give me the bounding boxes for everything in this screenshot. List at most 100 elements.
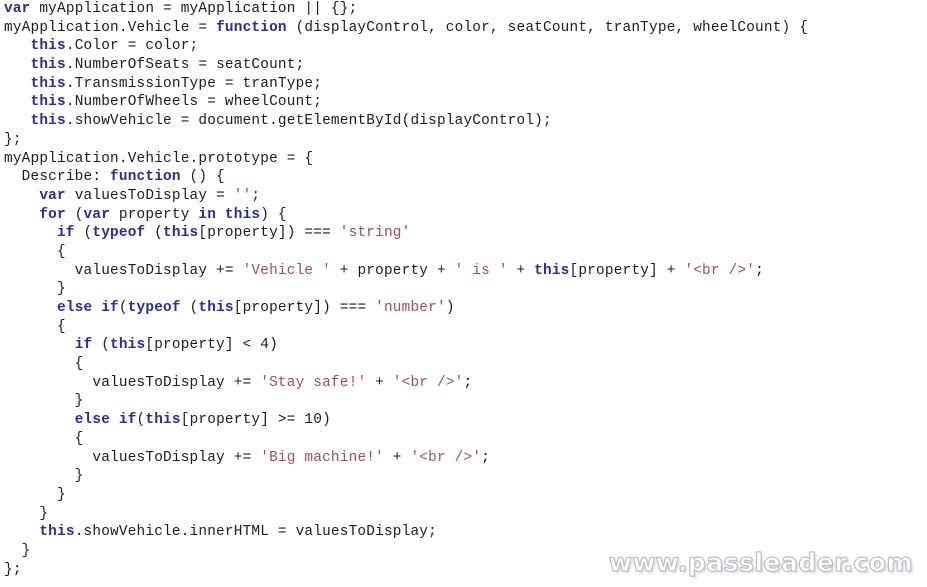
code-token-plain: .showVehicle = document.getElementById(d… xyxy=(65,113,552,130)
code-token-keyword: for xyxy=(39,206,66,223)
code-token-keyword: this xyxy=(39,524,75,541)
code-token-plain: [property] < 4) xyxy=(145,337,278,354)
code-line: var valuesToDisplay = ''; xyxy=(0,187,927,206)
code-token-plain: ( xyxy=(74,225,93,242)
code-line: }; xyxy=(0,131,927,150)
code-token-plain: + xyxy=(507,262,535,279)
code-token-keyword: this xyxy=(145,412,181,429)
code-line: { xyxy=(0,243,927,262)
code-token-keyword: this xyxy=(534,262,570,279)
code-line: { xyxy=(0,430,927,449)
code-token-plain: valuesToDisplay = xyxy=(65,187,234,204)
code-token-plain: .TransmissionType = tranType; xyxy=(65,75,323,92)
code-token-plain: { xyxy=(4,430,84,447)
code-token-keyword: this xyxy=(110,337,146,354)
code-token-plain: { xyxy=(4,318,66,335)
code-token-string: 'Big machine!' xyxy=(260,449,384,466)
code-token-string: 'Vehicle ' xyxy=(242,262,331,279)
code-token-keyword: typeof xyxy=(127,300,181,316)
code-token-plain: ) xyxy=(445,300,455,316)
code-token-plain: property xyxy=(110,206,199,223)
code-token-plain: ; xyxy=(463,374,473,391)
code-token-plain: valuesToDisplay += xyxy=(4,262,243,279)
code-token-plain: myApplication.Vehicle.prototype = { xyxy=(4,150,314,167)
code-token-plain: ( xyxy=(65,206,84,223)
code-line: this.showVehicle.innerHTML = valuesToDis… xyxy=(0,523,927,542)
code-token-string: 'string' xyxy=(339,225,411,242)
code-line: var myApplication = myApplication || {}; xyxy=(0,0,927,19)
code-line: valuesToDisplay += 'Vehicle ' + property… xyxy=(0,262,927,281)
code-token-keyword: var xyxy=(83,206,111,223)
code-token-keyword: typeof xyxy=(92,225,146,242)
code-token-keyword: function xyxy=(216,19,287,36)
code-block: var myApplication = myApplication || {};… xyxy=(0,0,927,579)
code-token-plain: }; xyxy=(4,561,22,578)
code-line: this.NumberOfWheels = wheelCount; xyxy=(0,93,927,112)
code-token-plain: } xyxy=(4,486,66,503)
code-token-keyword: in xyxy=(198,206,217,223)
code-line: Describe: function () { xyxy=(0,168,927,187)
code-token-plain: ( xyxy=(92,337,111,354)
code-line: else if(typeof (this[property]) === 'num… xyxy=(0,299,927,318)
code-line: myApplication.Vehicle = function (displa… xyxy=(0,19,927,38)
code-token-keyword: if xyxy=(118,412,137,429)
code-token-plain: [property] + xyxy=(569,262,685,279)
code-token-plain: } xyxy=(4,505,49,522)
code-token-plain: .showVehicle.innerHTML = valuesToDisplay… xyxy=(74,524,437,541)
code-token-plain: .NumberOfWheels = wheelCount; xyxy=(65,94,323,111)
code-token-plain: ; xyxy=(481,449,490,466)
code-token-plain: [property]) === xyxy=(198,225,340,242)
code-token-string: 'number' xyxy=(375,300,446,316)
code-token-keyword: if xyxy=(57,225,75,242)
code-token-plain: ) { xyxy=(260,206,287,223)
code-token-keyword: this xyxy=(30,75,66,92)
code-token-keyword: this xyxy=(30,94,66,111)
code-token-keyword: this xyxy=(224,206,261,223)
code-line: } xyxy=(0,486,927,505)
code-token-plain: (displayControl, color, seatCount, tranT… xyxy=(286,19,809,36)
watermark-passleader: www.passleader.com xyxy=(608,548,913,578)
code-token-string: '<br />' xyxy=(392,374,464,391)
code-token-plain: { xyxy=(4,356,84,373)
code-line: if (typeof (this[property]) === 'string' xyxy=(0,224,927,243)
code-token-keyword: this xyxy=(30,113,66,130)
code-token-plain: { xyxy=(4,243,66,260)
code-line: if (this[property] < 4) xyxy=(0,336,927,355)
code-line: } xyxy=(0,467,927,486)
code-token-keyword: this xyxy=(198,300,234,316)
code-token-string: ' is ' xyxy=(454,262,508,279)
code-line: { xyxy=(0,318,927,337)
code-token-plain: ( xyxy=(145,225,164,242)
code-line: myApplication.Vehicle.prototype = { xyxy=(0,150,927,169)
code-token-plain: ( xyxy=(118,300,128,316)
code-token-keyword: else xyxy=(57,300,93,316)
code-token-plain: + xyxy=(366,374,393,391)
code-token-plain: () { xyxy=(180,169,225,186)
code-token-plain: } xyxy=(4,542,31,559)
code-token-string: '' xyxy=(233,187,252,204)
code-line: for (var property in this) { xyxy=(0,206,927,225)
code-token-plain: valuesToDisplay += xyxy=(4,374,261,391)
code-token-keyword: var xyxy=(39,187,66,204)
code-token-plain: ; xyxy=(755,262,764,279)
code-line: } xyxy=(0,392,927,411)
code-token-plain: myApplication = myApplication || {}; xyxy=(30,1,358,17)
code-token-plain: .NumberOfSeats = seatCount; xyxy=(65,57,305,74)
code-listing: var myApplication = myApplication || {};… xyxy=(0,0,927,587)
code-line: valuesToDisplay += 'Stay safe!' + '<br /… xyxy=(0,374,927,393)
code-token-keyword: this xyxy=(30,57,66,74)
code-token-plain: Describe: xyxy=(4,169,111,186)
code-token-keyword: if xyxy=(74,337,93,354)
code-line: this.Color = color; xyxy=(0,37,927,56)
code-token-plain: } xyxy=(4,281,66,298)
